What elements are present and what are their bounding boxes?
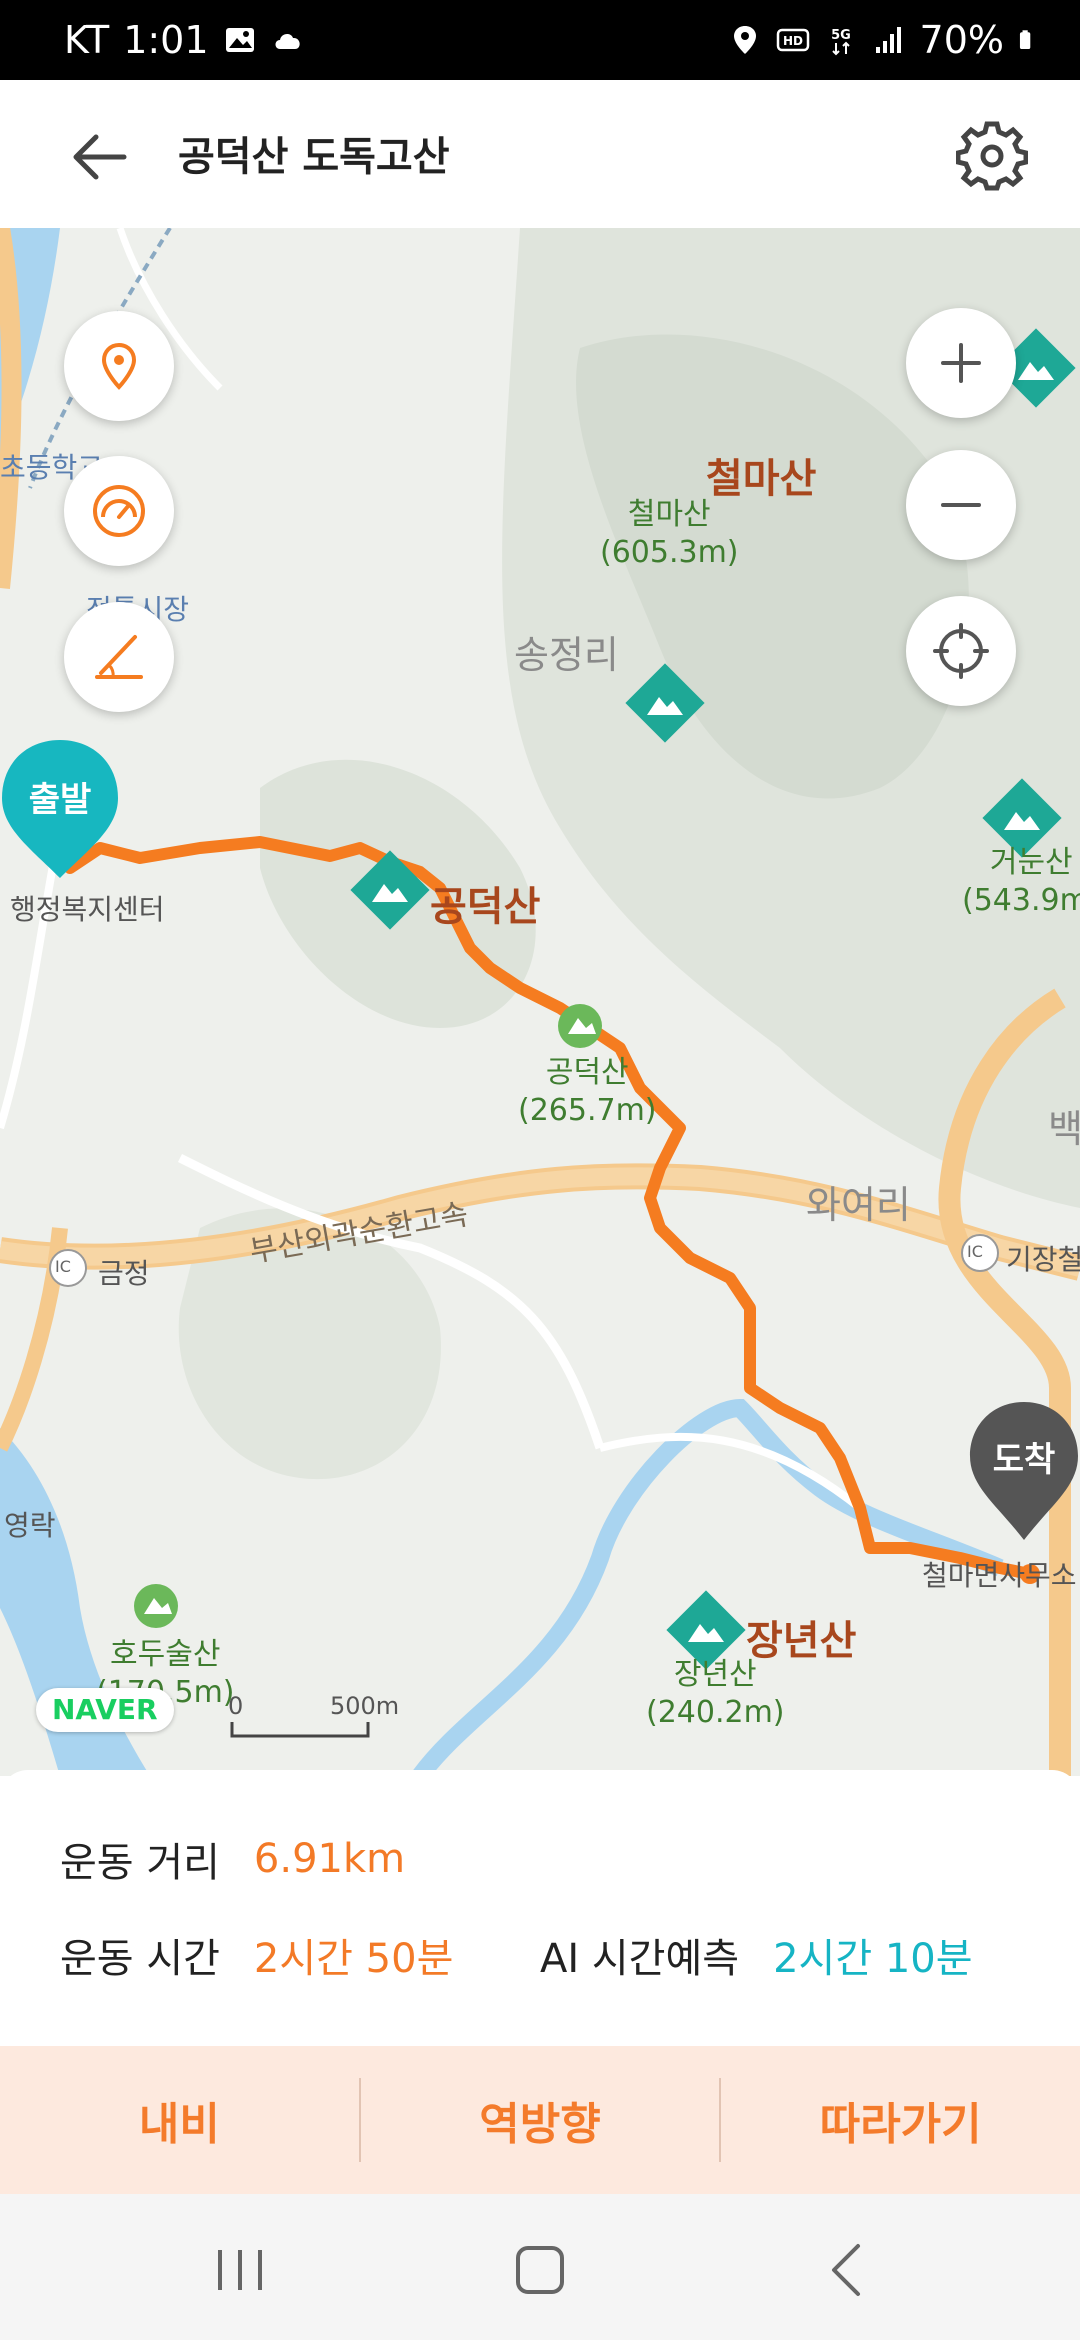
recent-apps-icon[interactable] (200, 2230, 280, 2310)
scale-zero: 0 (228, 1692, 244, 1720)
gear-icon[interactable] (956, 120, 1028, 192)
ai-estimate-label: AI 시간예측 (540, 1936, 740, 1982)
place-wayeo: 와여리 (806, 1183, 911, 1227)
battery-percent: 70% (919, 18, 1004, 62)
distance-label: 운동 거리 (60, 1840, 220, 1886)
distance-value: 6.91km (253, 1836, 406, 1882)
slope-icon (95, 635, 143, 679)
start-pin-label: 출발 (28, 780, 92, 820)
carrier-label: KT (64, 18, 110, 62)
end-pin[interactable]: 도착 (968, 1400, 1080, 1550)
place-songjeong: 송정리 (514, 633, 619, 677)
distance-row: 운동 거리 6.91km (60, 1830, 405, 1888)
my-location-button[interactable] (906, 596, 1016, 706)
location-pin-button[interactable] (64, 311, 174, 421)
location-icon (733, 26, 756, 54)
back-icon[interactable] (806, 2230, 886, 2310)
minus-icon (941, 503, 981, 507)
speed-button[interactable] (64, 456, 174, 566)
zoom-in-button[interactable] (906, 308, 1016, 418)
svg-text:HD: HD (783, 34, 803, 48)
naver-logo: NAVER (36, 1688, 174, 1732)
time-value: 2시간 50분 (253, 1936, 454, 1982)
crosshair-icon (933, 623, 989, 679)
map-base-layer (0, 228, 1080, 1776)
peak-elevation-jangnyeon: 장년산 (240.2m) (646, 1657, 785, 1730)
start-pin[interactable]: 출발 (0, 738, 120, 888)
hd-icon: HD (776, 28, 809, 52)
home-icon[interactable] (500, 2230, 580, 2310)
place-cheolma-office: 철마면사무소 (922, 1559, 1077, 1592)
place-baek: 백 (1048, 1107, 1080, 1151)
navigation-button[interactable]: 내비 (0, 2088, 359, 2152)
gallery-icon (225, 28, 254, 52)
back-arrow-icon[interactable] (64, 122, 134, 192)
peak-elevation-gongdeok: 공덕산 (265.7m) (518, 1055, 657, 1128)
scale-bar (230, 1722, 370, 1738)
ic-badge: IC (55, 1257, 71, 1276)
trail-map[interactable]: 철마산 철마산 (605.3m) 공덕산 공덕산 (265.7m) 장년산 장년산(… (0, 228, 1080, 1776)
status-bar: KT 1:01 HD 5G 70% (0, 0, 1080, 80)
ic-badge: IC (967, 1242, 983, 1261)
plus-icon (941, 343, 981, 383)
zoom-out-button[interactable] (906, 450, 1016, 560)
scale-length: 500m (330, 1692, 400, 1720)
follow-button[interactable]: 따라가기 (721, 2088, 1080, 2152)
speedometer-icon (93, 485, 145, 537)
place-geumjeong: 금정 (98, 1257, 150, 1290)
place-hangjeong: 행정복지센터 (10, 893, 165, 926)
place-gijang: 기장철 (1006, 1243, 1080, 1276)
slope-button[interactable] (64, 602, 174, 712)
time-row: 운동 시간 2시간 50분 (60, 1926, 453, 1984)
map-pin-icon (101, 342, 137, 390)
ai-estimate-value: 2시간 10분 (773, 1936, 973, 1982)
cloud-icon (275, 34, 300, 49)
time-label: 운동 시간 (60, 1936, 220, 1982)
peak-elevation-geonun: 거눈산(543.9m) (962, 845, 1080, 918)
signal-icon (875, 27, 901, 53)
peak-elevation-cheolma: 철마산 (605.3m) (600, 497, 739, 570)
place-yeongrak: 영락 (4, 1509, 56, 1542)
svg-text:5G: 5G (831, 28, 851, 43)
system-nav-bar (0, 2194, 1080, 2340)
5g-icon: 5G (831, 28, 851, 56)
peak-label-gongdeok: 공덕산 (430, 884, 541, 930)
action-bar: 내비 역방향 따라가기 (0, 2046, 1080, 2194)
page-title: 공덕산 도독고산 (178, 134, 450, 180)
app-header: 공덕산 도독고산 (0, 80, 1080, 228)
battery-icon (1019, 30, 1031, 50)
stats-panel: 운동 거리 6.91km 운동 시간 2시간 50분 AI 시간예측 2시간 1… (0, 1770, 1080, 2046)
time-label: 1:01 (123, 18, 209, 62)
end-pin-label: 도착 (992, 1440, 1056, 1480)
ai-estimate-row: AI 시간예측 2시간 10분 (540, 1926, 973, 1984)
reverse-button[interactable]: 역방향 (361, 2088, 720, 2152)
